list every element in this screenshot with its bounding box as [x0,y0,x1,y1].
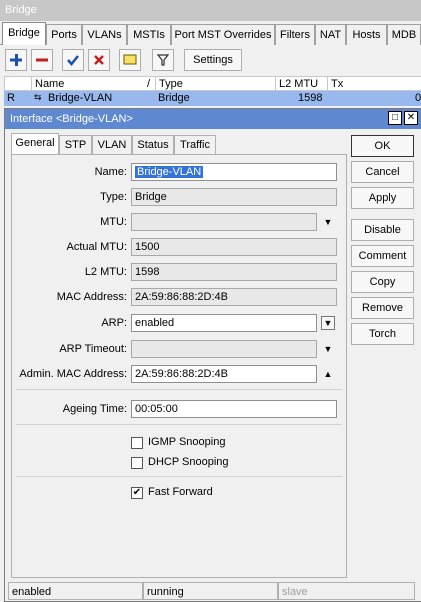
arp-timeout-label: ARP Timeout: [59,343,127,355]
mtu-label: MTU: [100,216,127,228]
interface-dialog: Interface <Bridge-VLAN> □ ✕ General STP … [4,108,421,602]
column-name[interactable]: Name / [32,77,156,91]
cancel-button[interactable]: Cancel [351,161,414,183]
ok-button[interactable]: OK [351,135,414,157]
tab-general[interactable]: General [11,133,59,155]
l2-mtu-field: 1598 [131,263,337,281]
mac-address-field: 2A:59:86:88:2D:4B [131,288,337,306]
name-label: Name: [94,166,127,178]
type-label: Type: [100,191,127,203]
actual-mtu-label: Actual MTU: [66,241,127,253]
status-running: running [143,582,278,600]
settings-button[interactable]: Settings [184,49,242,71]
status-enabled: enabled [8,582,143,600]
arp-timeout-dropdown-icon[interactable]: ▼ [321,342,335,356]
row-name: Bridge-VLAN [48,92,113,104]
general-panel: Name: Bridge-VLAN Type: Bridge MTU: ▼ Ac… [11,154,347,578]
row-tx: 0 [415,92,421,104]
remove-icon [36,58,48,62]
tab-port-mst-overrides[interactable]: Port MST Overrides [171,24,275,45]
copy-button[interactable]: Copy [351,271,414,293]
column-l2mtu[interactable]: L2 MTU [276,77,328,91]
tab-traffic[interactable]: Traffic [174,135,216,154]
column-name-label: Name [35,78,65,90]
bridge-icon: ⇆ [34,92,42,102]
tab-mdb[interactable]: MDB [387,24,421,45]
apply-button[interactable]: Apply [351,187,414,209]
tab-mstis[interactable]: MSTIs [127,24,171,45]
mtu-dropdown-icon[interactable]: ▼ [321,215,335,229]
arp-label: ARP: [101,317,127,329]
dialog-title-text: Interface <Bridge-VLAN> [10,113,133,125]
tab-filters[interactable]: Filters [275,24,315,45]
table-row[interactable]: R ⇆ Bridge-VLAN Bridge 1598 0 [4,91,421,106]
maximize-icon[interactable]: □ [388,111,402,125]
remove-button[interactable] [31,49,53,71]
row-type: Bridge [158,92,190,104]
tab-hosts[interactable]: Hosts [346,24,387,45]
mtu-input[interactable] [131,213,317,231]
enable-check-icon [67,55,79,66]
disable-button[interactable] [88,49,110,71]
separator [16,424,342,425]
toolbar: Settings [0,45,421,75]
arp-select[interactable]: enabled [131,314,317,332]
outer-tab-bar: Bridge Ports VLANs MSTIs Port MST Overri… [0,21,421,46]
remove-button[interactable]: Remove [351,297,414,319]
enable-button[interactable] [62,49,84,71]
comment-icon [123,54,137,65]
column-tx[interactable]: Tx [328,77,421,91]
tab-nat[interactable]: NAT [315,24,346,45]
tab-ports[interactable]: Ports [46,24,82,45]
flag-column-header[interactable] [5,77,32,91]
igmp-snooping-checkbox[interactable] [131,437,143,449]
checkmark-icon: ✔ [132,487,142,498]
close-icon[interactable]: ✕ [404,111,418,125]
separator [16,476,342,477]
fast-forward-checkbox[interactable]: ✔ [131,487,143,499]
sort-indicator: / [146,78,150,90]
filter-icon [157,54,169,66]
separator [16,389,342,390]
name-value: Bridge-VLAN [135,166,204,178]
tab-vlan[interactable]: VLAN [92,135,132,154]
row-flag: R [7,92,15,104]
torch-button[interactable]: Torch [351,323,414,345]
window-title: Bridge [0,0,421,21]
dhcp-snooping-checkbox[interactable] [131,457,143,469]
type-field: Bridge [131,188,337,206]
table-header: Name / Type L2 MTU Tx [4,76,421,91]
dialog-title: Interface <Bridge-VLAN> □ ✕ [5,109,421,129]
arp-timeout-input[interactable] [131,340,317,358]
mac-address-label: MAC Address: [56,291,127,303]
admin-mac-input[interactable]: 2A:59:86:88:2D:4B [131,365,317,383]
status-slave: slave [278,582,415,600]
add-icon [10,54,22,66]
comment-button[interactable]: Comment [351,245,414,267]
comment-button[interactable] [119,49,141,71]
column-type[interactable]: Type [156,77,276,91]
fast-forward-label: Fast Forward [148,486,213,498]
l2-mtu-label: L2 MTU: [84,266,127,278]
name-input[interactable]: Bridge-VLAN [131,163,337,181]
ageing-time-label: Ageing Time: [62,403,127,415]
admin-mac-label: Admin. MAC Address: [19,368,127,380]
admin-mac-collapse-icon[interactable]: ▲ [321,367,335,381]
tab-status[interactable]: Status [132,135,174,154]
tab-bridge[interactable]: Bridge [2,22,46,46]
tab-vlans[interactable]: VLANs [82,24,127,45]
actual-mtu-field: 1500 [131,238,337,256]
dhcp-snooping-label: DHCP Snooping [148,456,229,468]
tab-stp[interactable]: STP [59,135,92,154]
igmp-snooping-label: IGMP Snooping [148,436,226,448]
filter-button[interactable] [152,49,174,71]
disable-button[interactable]: Disable [351,219,414,241]
add-button[interactable] [5,49,27,71]
disable-x-icon [94,55,104,65]
row-l2mtu: 1598 [298,92,323,104]
ageing-time-input[interactable]: 00:05:00 [131,400,337,418]
arp-dropdown-icon[interactable]: ▼ [321,316,335,330]
